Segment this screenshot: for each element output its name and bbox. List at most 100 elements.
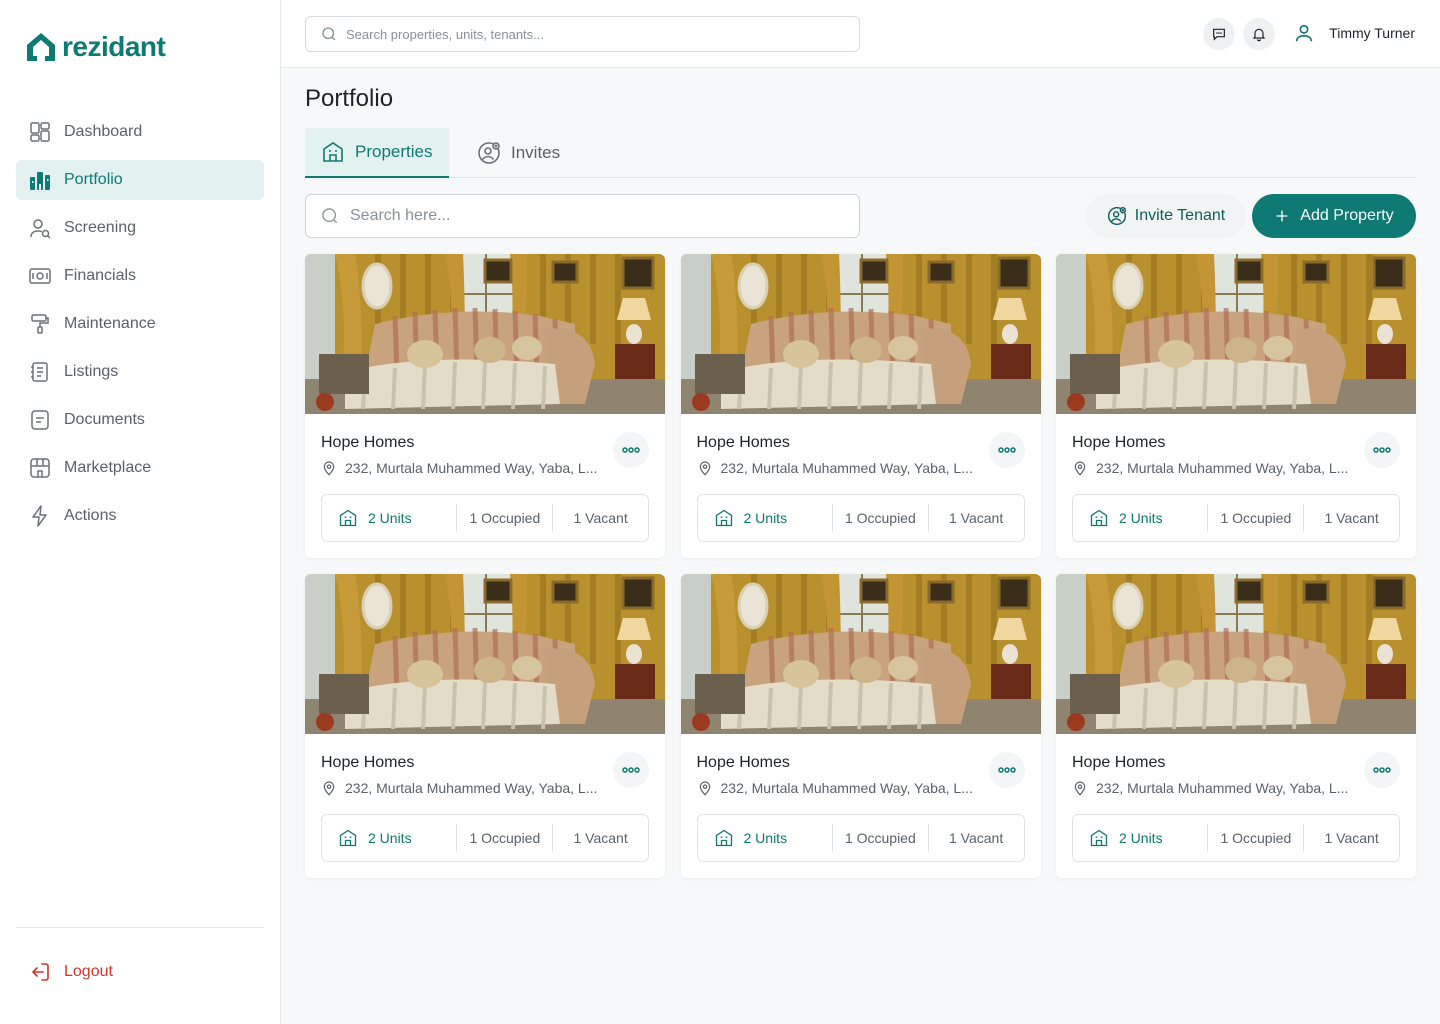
logo-text: rezidant [62, 31, 166, 62]
more-options-button[interactable] [988, 752, 1025, 788]
property-address: 232, Murtala Muhammed Way, Yaba, L... [697, 460, 973, 476]
search-icon [322, 27, 336, 41]
search-icon [322, 208, 338, 224]
property-name: Hope Homes [321, 434, 415, 451]
sidebar-item-listings[interactable]: Listings [16, 352, 264, 392]
logout-button[interactable]: Logout [28, 960, 113, 984]
property-name: Hope Homes [696, 434, 790, 451]
units-count: 2 Units [1073, 508, 1207, 528]
vacant-count: 1 Vacant [1324, 510, 1379, 526]
chat-icon [1213, 28, 1225, 41]
more-options-button[interactable] [1364, 752, 1400, 788]
more-options-button[interactable] [1364, 432, 1400, 468]
add-property-button[interactable]: Add Property [1252, 194, 1416, 238]
building-icon [715, 509, 732, 527]
app-logo[interactable]: rezidant [24, 30, 166, 64]
property-card[interactable]: Hope Homes 232, Murtala Muhammed Way, Ya… [305, 574, 665, 878]
address-text: 232, Murtala Muhammed Way, Yaba, L... [720, 460, 973, 476]
actions-icon [28, 504, 52, 528]
dashboard-icon [28, 120, 52, 144]
sidebar-divider [16, 927, 264, 928]
more-options-button[interactable] [613, 752, 649, 788]
plus-icon [1276, 210, 1288, 222]
property-card[interactable]: Hope Homes 232, Murtala Muhammed Way, Ya… [680, 254, 1041, 558]
more-dots-icon [1373, 447, 1391, 453]
sidebar-item-portfolio[interactable]: Portfolio [16, 160, 264, 200]
location-pin-icon [1074, 781, 1086, 796]
messages-button[interactable] [1203, 18, 1235, 50]
notifications-button[interactable] [1243, 18, 1275, 50]
building-icon [323, 142, 343, 162]
sidebar-item-documents[interactable]: Documents [16, 400, 264, 440]
property-photo [1056, 574, 1416, 734]
vacant-count: 1 Vacant [949, 510, 1004, 526]
sidebar-item-label: Dashboard [64, 123, 143, 140]
sidebar-item-actions[interactable]: Actions [16, 496, 264, 536]
property-photo [1056, 254, 1416, 414]
more-options-button[interactable] [613, 432, 649, 468]
tab-label: Invites [511, 143, 561, 162]
logout-label: Logout [64, 963, 113, 980]
sidebar: rezidant Dashboard Portfolio Screening F… [0, 0, 281, 1024]
more-options-button[interactable] [988, 432, 1025, 468]
global-search[interactable] [305, 16, 860, 52]
house-logo-icon [27, 33, 55, 61]
address-text: 232, Murtala Muhammed Way, Yaba, L... [1096, 780, 1349, 796]
tab-properties[interactable]: Properties [305, 128, 449, 178]
unit-stats: 2 Units 1 Occupied 1 Vacant [1072, 814, 1400, 862]
more-dots-icon [997, 767, 1016, 773]
occupied-count: 1 Occupied [1220, 830, 1292, 846]
property-grid: Hope Homes 232, Murtala Muhammed Way, Ya… [305, 254, 1416, 878]
location-pin-icon [1074, 461, 1086, 476]
sidebar-item-label: Financials [64, 267, 137, 284]
user-menu[interactable]: Timmy Turner [1293, 22, 1415, 44]
invite-user-icon [1107, 206, 1126, 226]
more-dots-icon [622, 447, 640, 453]
building-icon [1090, 509, 1108, 527]
units-text: 2 Units [1119, 510, 1163, 526]
property-photo [680, 574, 1041, 734]
units-text: 2 Units [743, 510, 788, 526]
property-photo [305, 574, 665, 734]
location-pin-icon [699, 461, 710, 476]
sidebar-nav: Dashboard Portfolio Screening Financials… [16, 112, 264, 544]
sidebar-item-financials[interactable]: Financials [16, 256, 264, 296]
sidebar-item-label: Listings [64, 363, 119, 380]
marketplace-icon [28, 456, 52, 480]
units-count: 2 Units [322, 828, 456, 848]
maintenance-icon [28, 312, 52, 336]
global-search-input[interactable] [346, 26, 826, 42]
building-icon [339, 829, 357, 847]
property-card[interactable]: Hope Homes 232, Murtala Muhammed Way, Ya… [1056, 254, 1416, 558]
property-address: 232, Murtala Muhammed Way, Yaba, L... [1072, 780, 1348, 796]
property-name: Hope Homes [1072, 434, 1166, 451]
bell-icon [1252, 28, 1266, 42]
units-text: 2 Units [368, 830, 412, 846]
units-count: 2 Units [698, 508, 832, 528]
building-icon [1090, 829, 1108, 847]
unit-stats: 2 Units 1 Occupied 1 Vacant [696, 814, 1025, 862]
property-photo [680, 254, 1041, 414]
sidebar-item-maintenance[interactable]: Maintenance [16, 304, 264, 344]
sidebar-item-label: Maintenance [64, 315, 156, 332]
invite-tenant-button[interactable]: Invite Tenant [1086, 194, 1246, 238]
property-search-input[interactable] [350, 207, 830, 225]
occupied-count: 1 Occupied [844, 830, 916, 846]
user-name: Timmy Turner [1329, 25, 1415, 41]
property-card[interactable]: Hope Homes 232, Murtala Muhammed Way, Ya… [1056, 574, 1416, 878]
sidebar-item-label: Portfolio [64, 171, 123, 188]
property-card[interactable]: Hope Homes 232, Murtala Muhammed Way, Ya… [305, 254, 665, 558]
address-text: 232, Murtala Muhammed Way, Yaba, L... [720, 780, 973, 796]
tab-invites[interactable]: Invites [477, 128, 560, 178]
property-search[interactable] [305, 194, 860, 238]
occupied-count: 1 Occupied [844, 510, 916, 526]
sidebar-item-label: Marketplace [64, 459, 152, 476]
tab-bar: Properties Invites [305, 128, 1416, 178]
property-name: Hope Homes [321, 754, 415, 771]
sidebar-item-dashboard[interactable]: Dashboard [16, 112, 264, 152]
sidebar-item-screening[interactable]: Screening [16, 208, 264, 248]
property-card[interactable]: Hope Homes 232, Murtala Muhammed Way, Ya… [680, 574, 1041, 878]
sidebar-item-marketplace[interactable]: Marketplace [16, 448, 264, 488]
address-text: 232, Murtala Muhammed Way, Yaba, L... [345, 780, 598, 796]
location-pin-icon [323, 461, 335, 476]
